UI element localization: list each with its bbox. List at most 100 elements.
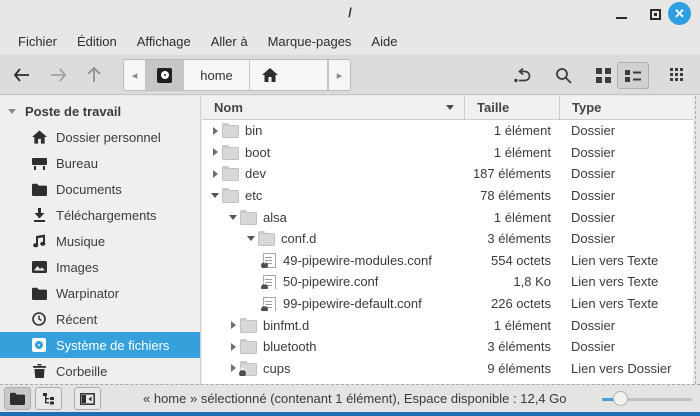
compact-view-button[interactable] [662,62,692,89]
column-label: Type [572,100,601,115]
table-row-boot[interactable]: boot 1 élément Dossier [202,142,693,164]
minimize-button[interactable] [610,4,632,24]
search-button[interactable] [548,62,578,89]
table-row-binfmtd[interactable]: binfmt.d 1 élément Dossier [202,314,693,336]
file-type: Lien vers Texte [559,296,693,311]
table-row-49-pipewire-modules[interactable]: 49-pipewire-modules.conf 554 octets Lien… [202,250,693,272]
sidebar-item-warpinator[interactable]: Warpinator [0,280,200,306]
sidebar-item-dossier-personnel[interactable]: Dossier personnel [0,124,200,150]
up-button[interactable] [79,61,109,89]
column-header-nom[interactable]: Nom [202,96,464,119]
table-row-50-pipewire[interactable]: 50-pipewire.conf 1,8 Ko Lien vers Texte [202,271,693,293]
close-icon: ✕ [674,7,685,20]
sidebar-item-documents[interactable]: Documents [0,176,200,202]
expander-icon[interactable] [226,215,240,220]
music-icon [31,233,47,249]
toggle-location-bar-button[interactable] [508,62,538,89]
table-row-alsa[interactable]: alsa 1 élément Dossier [202,206,693,228]
file-name: bluetooth [263,339,317,354]
file-size: 1,8 Ko [464,274,559,289]
sidebar-item-label: Système de fichiers [56,338,169,353]
expander-icon[interactable] [208,127,222,135]
list-view-button[interactable] [617,62,649,89]
breadcrumb: ◂ home ▸ [123,59,351,91]
menu-fichier[interactable]: Fichier [8,30,67,53]
expander-icon[interactable] [208,170,222,178]
file-list: Nom Taille Type bin 1 élément Dossier bo… [202,96,693,384]
back-button[interactable] [7,61,37,89]
expander-icon[interactable] [226,343,240,351]
expander-icon[interactable] [226,364,240,372]
sidebar-root-computer[interactable]: Poste de travail [0,98,200,124]
table-row-etc[interactable]: etc 78 éléments Dossier [202,185,693,207]
file-type: Dossier [559,231,693,246]
titlebar: / ✕ [0,0,700,27]
menu-affichage[interactable]: Affichage [127,30,201,53]
file-type: Lien vers Dossier [559,361,693,376]
file-name: binfmt.d [263,318,309,333]
file-name: cups [263,361,290,376]
forward-button[interactable] [43,61,73,89]
up-arrow-icon [87,67,101,83]
forward-arrow-icon [49,68,67,82]
table-row-bin[interactable]: bin 1 élément Dossier [202,120,693,142]
sidebar-item-systeme-de-fichiers[interactable]: Système de fichiers [0,332,200,358]
file-size: 1 élément [464,123,559,138]
sidebar-item-images[interactable]: Images [0,254,200,280]
text-file-link-icon [262,253,277,267]
sidebar-item-bureau[interactable]: Bureau [0,150,200,176]
table-row-confd[interactable]: conf.d 3 éléments Dossier [202,228,693,250]
hide-sidebar-button[interactable] [74,387,101,410]
zoom-slider[interactable] [602,394,692,404]
expander-icon[interactable] [208,148,222,156]
folder-icon [222,124,239,137]
expander-icon[interactable] [244,236,258,241]
chevron-down-icon[interactable] [8,109,16,114]
sidebar-item-musique[interactable]: Musique [0,228,200,254]
table-row-99-pipewire-default[interactable]: 99-pipewire-default.conf 226 octets Lien… [202,293,693,315]
sidebar: Poste de travail Dossier personnel Burea… [0,96,201,384]
sidebar-item-recent[interactable]: Récent [0,306,200,332]
file-size: 1 élément [464,210,559,225]
breadcrumb-home[interactable]: home [184,60,250,90]
breadcrumb-scroll-left[interactable]: ◂ [124,60,146,90]
table-row-cups[interactable]: cups 9 éléments Lien vers Dossier [202,358,693,380]
sidebar-item-label: Warpinator [56,286,119,301]
menu-edition[interactable]: Édition [67,30,127,53]
link-emblem-icon [261,306,268,312]
text-file-link-icon [262,275,277,289]
expander-icon[interactable] [208,193,222,198]
file-size: 9 éléments [464,361,559,376]
column-header-type[interactable]: Type [559,96,693,119]
menu-marque-pages[interactable]: Marque-pages [258,30,362,53]
icon-view-button[interactable] [588,62,618,89]
table-row-dev[interactable]: dev 187 éléments Dossier [202,163,693,185]
file-type: Dossier [559,145,693,160]
hide-sidebar-icon [80,393,95,405]
file-name: dev [245,166,266,181]
breadcrumb-user-home[interactable] [250,60,328,90]
file-type: Lien vers Texte [559,253,693,268]
column-header-taille[interactable]: Taille [464,96,559,119]
house-icon [262,68,278,82]
sidebar-item-telechargements[interactable]: Téléchargements [0,202,200,228]
compact-view-icon [670,68,685,83]
sidebar-item-label: Bureau [56,156,98,171]
expander-icon[interactable] [226,321,240,329]
menu-aller-a[interactable]: Aller à [201,30,258,53]
breadcrumb-scroll-right[interactable]: ▸ [328,60,350,90]
column-label: Nom [214,100,243,115]
sidebar-item-label: Corbeille [56,364,107,379]
menubar: Fichier Édition Affichage Aller à Marque… [0,27,700,55]
sidebar-item-label: Récent [56,312,97,327]
file-size: 187 éléments [464,166,559,181]
zoom-slider-handle[interactable] [613,391,628,406]
table-row-bluetooth[interactable]: bluetooth 3 éléments Dossier [202,336,693,358]
treeview-toggle-button[interactable] [35,387,62,410]
menu-aide[interactable]: Aide [361,30,407,53]
breadcrumb-root[interactable] [146,60,184,90]
places-toggle-button[interactable] [4,387,31,410]
maximize-button[interactable] [644,4,666,24]
sidebar-item-corbeille[interactable]: Corbeille [0,358,200,384]
close-button[interactable]: ✕ [668,2,691,25]
